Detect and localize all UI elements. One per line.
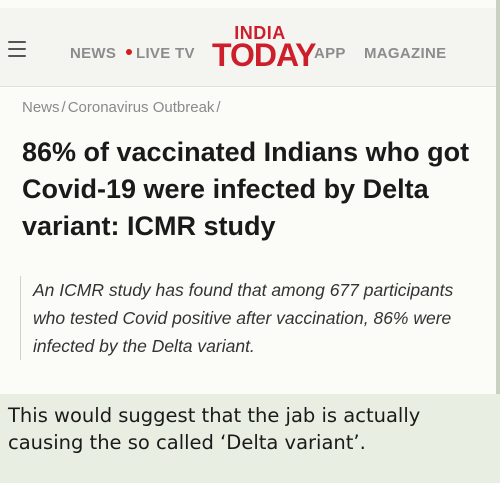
article-summary: An ICMR study has found that among 677 p… — [20, 276, 488, 360]
nav-news-link[interactable]: NEWS — [70, 45, 116, 62]
logo-today: TODAY — [212, 37, 316, 73]
hamburger-menu-icon[interactable] — [8, 41, 26, 57]
article-screenshot: NEWS LIVE TV INDIA TODAY APP MAGAZINE Ne… — [0, 0, 500, 394]
article-headline: 86% of vaccinated Indians who got Covid-… — [22, 137, 470, 241]
message-caption: This would suggest that the jab is actua… — [8, 404, 421, 454]
site-navbar: NEWS LIVE TV INDIA TODAY APP MAGAZINE — [0, 8, 496, 87]
breadcrumb-news[interactable]: News — [22, 99, 60, 116]
nav-live-tv-label: LIVE TV — [136, 45, 195, 62]
nav-app-link[interactable]: APP — [314, 45, 346, 62]
nav-live-tv-link[interactable]: LIVE TV — [126, 45, 195, 62]
breadcrumb-coronavirus[interactable]: Coronavirus Outbreak — [68, 99, 215, 116]
breadcrumb: News / Coronavirus Outbreak / — [22, 99, 223, 116]
breadcrumb-separator: / — [61, 99, 66, 116]
breadcrumb-separator: / — [216, 99, 221, 116]
message-frame: NEWS LIVE TV INDIA TODAY APP MAGAZINE Ne… — [0, 0, 500, 483]
india-today-logo[interactable]: INDIA TODAY — [212, 24, 316, 73]
nav-magazine-link[interactable]: MAGAZINE — [364, 45, 446, 62]
live-dot-icon — [126, 49, 132, 56]
